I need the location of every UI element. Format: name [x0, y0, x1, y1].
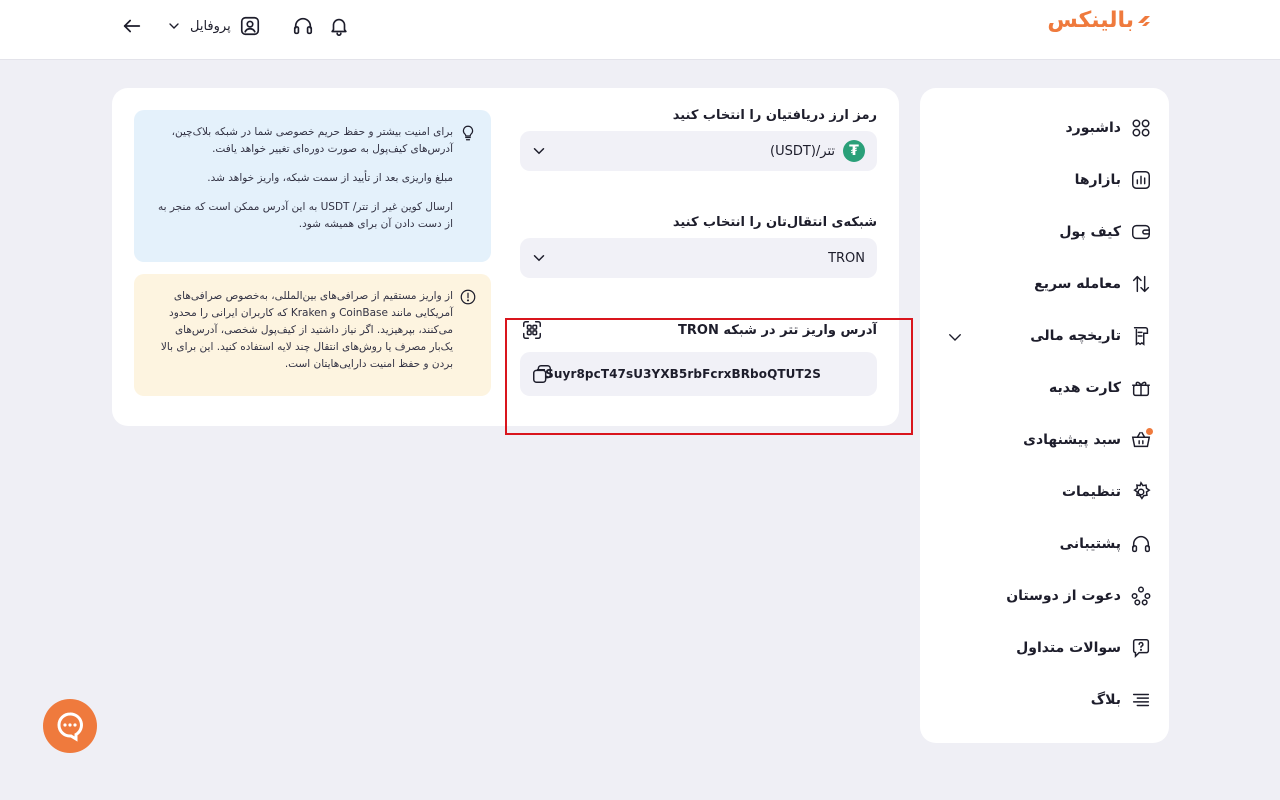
- sidebar-item-wallet[interactable]: کیف پول: [920, 206, 1169, 258]
- faq-icon: [1129, 636, 1153, 660]
- notification-dot: [1146, 428, 1153, 435]
- chevron-down-icon: [533, 148, 545, 155]
- sidebar-item-label: داشبورد: [1065, 120, 1122, 136]
- back-button[interactable]: [118, 12, 146, 40]
- receipt-icon: [1129, 324, 1153, 348]
- sidebar-item-label: معامله سریع: [1034, 276, 1121, 292]
- info-notice-text: برای امنیت بیشتر و حفظ حریم خصوصی شما در…: [171, 126, 453, 155]
- user-avatar-icon: [240, 16, 259, 36]
- top-header: بالینکس پروفایل: [0, 0, 1280, 60]
- sidebar-item-label: سبد پیشنهادی: [1023, 432, 1121, 448]
- wallet-icon: [1129, 220, 1153, 244]
- sidebar-item-label: کارت هدیه: [1049, 380, 1121, 396]
- tether-coin-icon: ₮: [843, 140, 865, 162]
- address-header: آدرس واریز تتر در شبکه TRON: [520, 318, 877, 342]
- chart-icon: [1129, 168, 1153, 192]
- users-icon: [1129, 584, 1153, 608]
- basket-icon: [1129, 428, 1153, 452]
- sidebar-item-gift-card[interactable]: کارت هدیه: [920, 362, 1169, 414]
- chevron-down-icon: [169, 23, 179, 29]
- gear-icon: [1129, 480, 1153, 504]
- sidebar-item-quick-trade[interactable]: معامله سریع: [920, 258, 1169, 310]
- sidebar-item-support[interactable]: پشتیبانی: [920, 518, 1169, 570]
- sidebar-item-markets[interactable]: بازارها: [920, 154, 1169, 206]
- currency-select-label: رمز ارز دریافتیان را انتخاب کنید: [672, 108, 877, 123]
- lightbulb-icon: [462, 125, 474, 141]
- logo-mark-icon: [1138, 15, 1150, 26]
- sidebar-item-faq[interactable]: سوالات متداول: [920, 622, 1169, 674]
- warning-notice-text: از واریز مستقیم از صرافی‌های بین‌المللی،…: [160, 290, 453, 370]
- sidebar-item-dashboard[interactable]: داشبورد: [920, 102, 1169, 154]
- sidebar-item-label: تنظیمات: [1061, 484, 1121, 500]
- info-notice-text: ارسال کوین غیر از تتر/ USDT به این آدرس …: [158, 201, 453, 230]
- network-select-label: شبکه‌ی انتقال‌تان را انتخاب کنید: [672, 215, 877, 230]
- sidebar-item-label: تاریخچه مالی: [1030, 328, 1121, 344]
- arrow-left-icon: [123, 19, 141, 33]
- sidebar-nav: داشبورد بازارها کیف پول معامله سریع تاری…: [920, 88, 1169, 726]
- support-button[interactable]: [289, 12, 317, 40]
- qr-code-icon: [523, 321, 541, 339]
- info-notice: برای امنیت بیشتر و حفظ حریم خصوصی شما در…: [134, 110, 491, 262]
- gift-icon: [1129, 376, 1153, 400]
- logo-text: بالینکس: [1047, 8, 1134, 33]
- bell-icon: [331, 18, 347, 36]
- sidebar-item-label: کیف پول: [1059, 224, 1121, 240]
- deposit-address-title: آدرس واریز تتر در شبکه TRON: [678, 322, 877, 338]
- network-select[interactable]: TRON: [520, 238, 877, 278]
- copy-address-button[interactable]: [530, 362, 554, 386]
- currency-select[interactable]: ₮ تتر/(USDT): [520, 131, 877, 171]
- sidebar: داشبورد بازارها کیف پول معامله سریع تاری…: [920, 88, 1169, 743]
- sidebar-item-label: سوالات متداول: [1016, 640, 1121, 656]
- header-actions: پروفایل: [118, 12, 353, 40]
- sidebar-item-label: دعوت از دوستان: [1006, 588, 1121, 604]
- deposit-panel: رمز ارز دریافتیان را انتخاب کنید ₮ تتر/(…: [112, 88, 913, 435]
- sidebar-item-label: بلاگ: [1090, 692, 1121, 708]
- sidebar-item-label: پشتیبانی: [1059, 536, 1121, 552]
- header-icon-group: [289, 12, 353, 40]
- brand-logo[interactable]: بالینکس: [1047, 8, 1152, 33]
- chevron-down-icon[interactable]: [946, 328, 964, 346]
- sidebar-item-invite-friends[interactable]: دعوت از دوستان: [920, 570, 1169, 622]
- sidebar-item-financial-history[interactable]: تاریخچه مالی: [920, 310, 1169, 362]
- deposit-address-value[interactable]: TSuyr8pcT47sU3YXB5rbFcrxBRboQTUT2S: [537, 367, 821, 381]
- profile-menu[interactable]: پروفایل: [166, 15, 261, 37]
- menu-lines-icon: [1129, 688, 1153, 712]
- copy-icon: [533, 365, 551, 383]
- headset-icon: [1129, 532, 1153, 556]
- qr-code-button[interactable]: [520, 318, 544, 342]
- network-select-value: TRON: [828, 250, 865, 266]
- chat-bubble-icon: [57, 712, 83, 742]
- sidebar-item-suggested-basket[interactable]: سبد پیشنهادی: [920, 414, 1169, 466]
- currency-select-value: تتر/(USDT): [770, 143, 835, 159]
- profile-label: پروفایل: [190, 18, 231, 34]
- sidebar-item-blog[interactable]: بلاگ: [920, 674, 1169, 726]
- info-notice-text: مبلغ واریزی بعد از تأیید از سمت شبکه، وا…: [207, 172, 453, 184]
- deposit-address-field[interactable]: TSuyr8pcT47sU3YXB5rbFcrxBRboQTUT2S: [520, 352, 877, 396]
- deposit-form: رمز ارز دریافتیان را انتخاب کنید ₮ تتر/(…: [520, 108, 877, 396]
- notifications-button[interactable]: [325, 12, 353, 40]
- sidebar-item-label: بازارها: [1074, 172, 1121, 188]
- headset-icon: [293, 17, 312, 35]
- swap-icon: [1129, 272, 1153, 296]
- grid-icon: [1129, 116, 1153, 140]
- chat-support-button[interactable]: [43, 699, 97, 753]
- chevron-down-icon: [533, 255, 545, 262]
- warning-circle-icon: [460, 289, 476, 305]
- warning-notice: از واریز مستقیم از صرافی‌های بین‌المللی،…: [134, 274, 491, 396]
- sidebar-item-settings[interactable]: تنظیمات: [920, 466, 1169, 518]
